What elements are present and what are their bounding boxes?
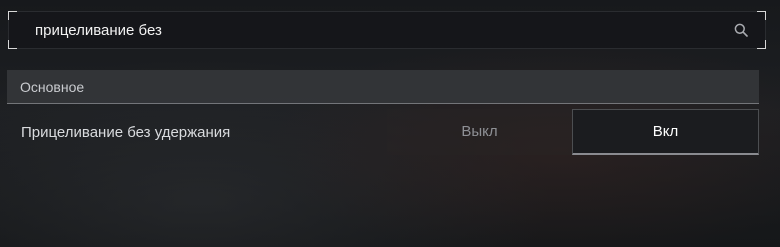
search-box-corner-top-left <box>8 11 17 20</box>
setting-label: Прицеливание без удержания <box>21 124 231 141</box>
option-off-button[interactable]: Выкл <box>387 109 572 155</box>
search-box[interactable] <box>8 11 766 49</box>
search-box-corner-bottom-left <box>8 40 17 49</box>
search-box-corner-top-right <box>757 11 766 20</box>
section-header: Основное <box>7 70 759 104</box>
search-box-corner-bottom-right <box>757 40 766 49</box>
option-on-button[interactable]: Вкл <box>572 109 759 155</box>
search-input[interactable] <box>35 12 715 48</box>
section-title: Основное <box>20 79 85 95</box>
search-icon[interactable] <box>734 23 748 37</box>
setting-row-aim-without-hold: Прицеливание без удержания Выкл Вкл <box>7 108 759 156</box>
